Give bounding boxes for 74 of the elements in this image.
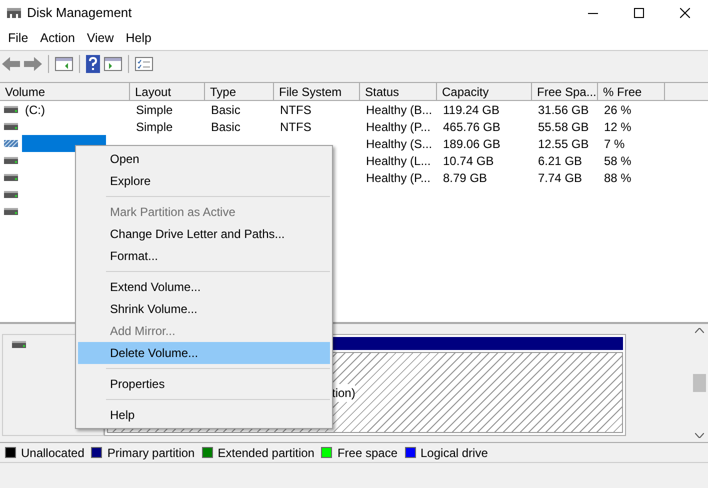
- context-menu-item[interactable]: Delete Volume...: [78, 342, 330, 364]
- action-pane-icon[interactable]: [104, 56, 122, 70]
- partition-label: tion): [332, 384, 356, 402]
- table-cell: NTFS: [280, 102, 312, 116]
- context-menu-item[interactable]: Change Drive Letter and Paths...: [78, 223, 330, 245]
- table-cell: 119.24 GB: [443, 102, 500, 116]
- drive-icon: [4, 123, 18, 130]
- column-header[interactable]: File System: [274, 83, 360, 100]
- forward-arrow-icon[interactable]: [24, 56, 42, 70]
- drive-label[interactable]: (C:): [22, 101, 45, 118]
- window-title: Disk Management: [27, 4, 132, 22]
- context-menu-item[interactable]: Explore: [78, 170, 330, 192]
- table-cell: 7.74 GB: [538, 170, 582, 184]
- drive-icon: [4, 191, 18, 198]
- table-cell: 189.06 GB: [443, 136, 500, 150]
- table-cell: 55.58 GB: [538, 120, 589, 134]
- checklist-icon[interactable]: [135, 56, 153, 70]
- table-cell: Healthy (P...: [366, 120, 430, 134]
- table-cell: 12.55 GB: [538, 136, 589, 150]
- column-header[interactable]: Volume: [0, 83, 130, 100]
- table-cell: 88 %: [604, 170, 632, 184]
- table-cell: Basic: [211, 120, 240, 134]
- table-cell: Healthy (P...: [366, 170, 430, 184]
- context-menu-item[interactable]: Shrink Volume...: [78, 298, 330, 320]
- column-header[interactable]: Free Spa...: [532, 83, 598, 100]
- table-cell: Simple: [136, 102, 173, 116]
- drive-icon: [4, 157, 18, 164]
- scroll-up-icon[interactable]: [695, 328, 704, 333]
- scroll-down-icon[interactable]: [695, 433, 704, 438]
- column-header[interactable]: % Free: [598, 83, 665, 100]
- column-header[interactable]: Type: [205, 83, 274, 100]
- table-cell: Healthy (B...: [366, 102, 432, 116]
- drive-icon: [4, 106, 18, 113]
- table-cell: 12 %: [604, 120, 632, 134]
- scroll-thumb[interactable]: [693, 374, 706, 392]
- context-menu-item[interactable]: Format...: [78, 245, 330, 267]
- legend-label: Logical drive: [420, 444, 488, 462]
- minimize-icon: [588, 12, 598, 14]
- column-header[interactable]: Layout: [130, 83, 205, 100]
- help-icon[interactable]: [86, 54, 100, 72]
- column-header[interactable]: Status: [360, 83, 437, 100]
- table-cell: NTFS: [280, 120, 312, 134]
- legend-label: Extended partition: [218, 444, 314, 462]
- table-cell: 7 %: [604, 136, 625, 150]
- legend-label: Free space: [337, 444, 398, 462]
- drive-icon: [4, 140, 18, 147]
- maximize-icon: [634, 8, 644, 18]
- legend-label: Unallocated: [21, 444, 84, 462]
- table-cell: Healthy (L...: [366, 154, 431, 168]
- close-icon: [680, 8, 690, 18]
- column-header[interactable]: Capacity: [437, 83, 532, 100]
- table-cell: 10.74 GB: [443, 154, 494, 168]
- legend-label: Primary partition: [107, 444, 195, 462]
- table-cell: 31.56 GB: [538, 102, 589, 116]
- back-arrow-icon[interactable]: [2, 56, 20, 70]
- menu-item[interactable]: Help: [120, 28, 158, 48]
- drive-icon: [12, 341, 26, 348]
- table-cell: 58 %: [604, 154, 632, 168]
- menu-item[interactable]: Action: [34, 28, 81, 48]
- console-tree-icon[interactable]: [55, 56, 73, 70]
- drive-icon: [4, 174, 18, 181]
- table-cell: Basic: [211, 102, 240, 116]
- table-cell: 26 %: [604, 102, 632, 116]
- menu-item[interactable]: File: [2, 28, 34, 48]
- table-cell: 465.76 GB: [443, 120, 500, 134]
- table-cell: Healthy (S...: [366, 136, 432, 150]
- table-cell: 6.21 GB: [538, 154, 582, 168]
- table-cell: 8.79 GB: [443, 170, 488, 184]
- menu-item[interactable]: View: [80, 28, 120, 48]
- disk-management-icon: [6, 6, 22, 20]
- drive-icon: [4, 208, 18, 215]
- context-menu-item[interactable]: Extend Volume...: [78, 276, 330, 298]
- table-cell: Simple: [136, 120, 173, 134]
- context-menu-item[interactable]: Open: [78, 148, 330, 170]
